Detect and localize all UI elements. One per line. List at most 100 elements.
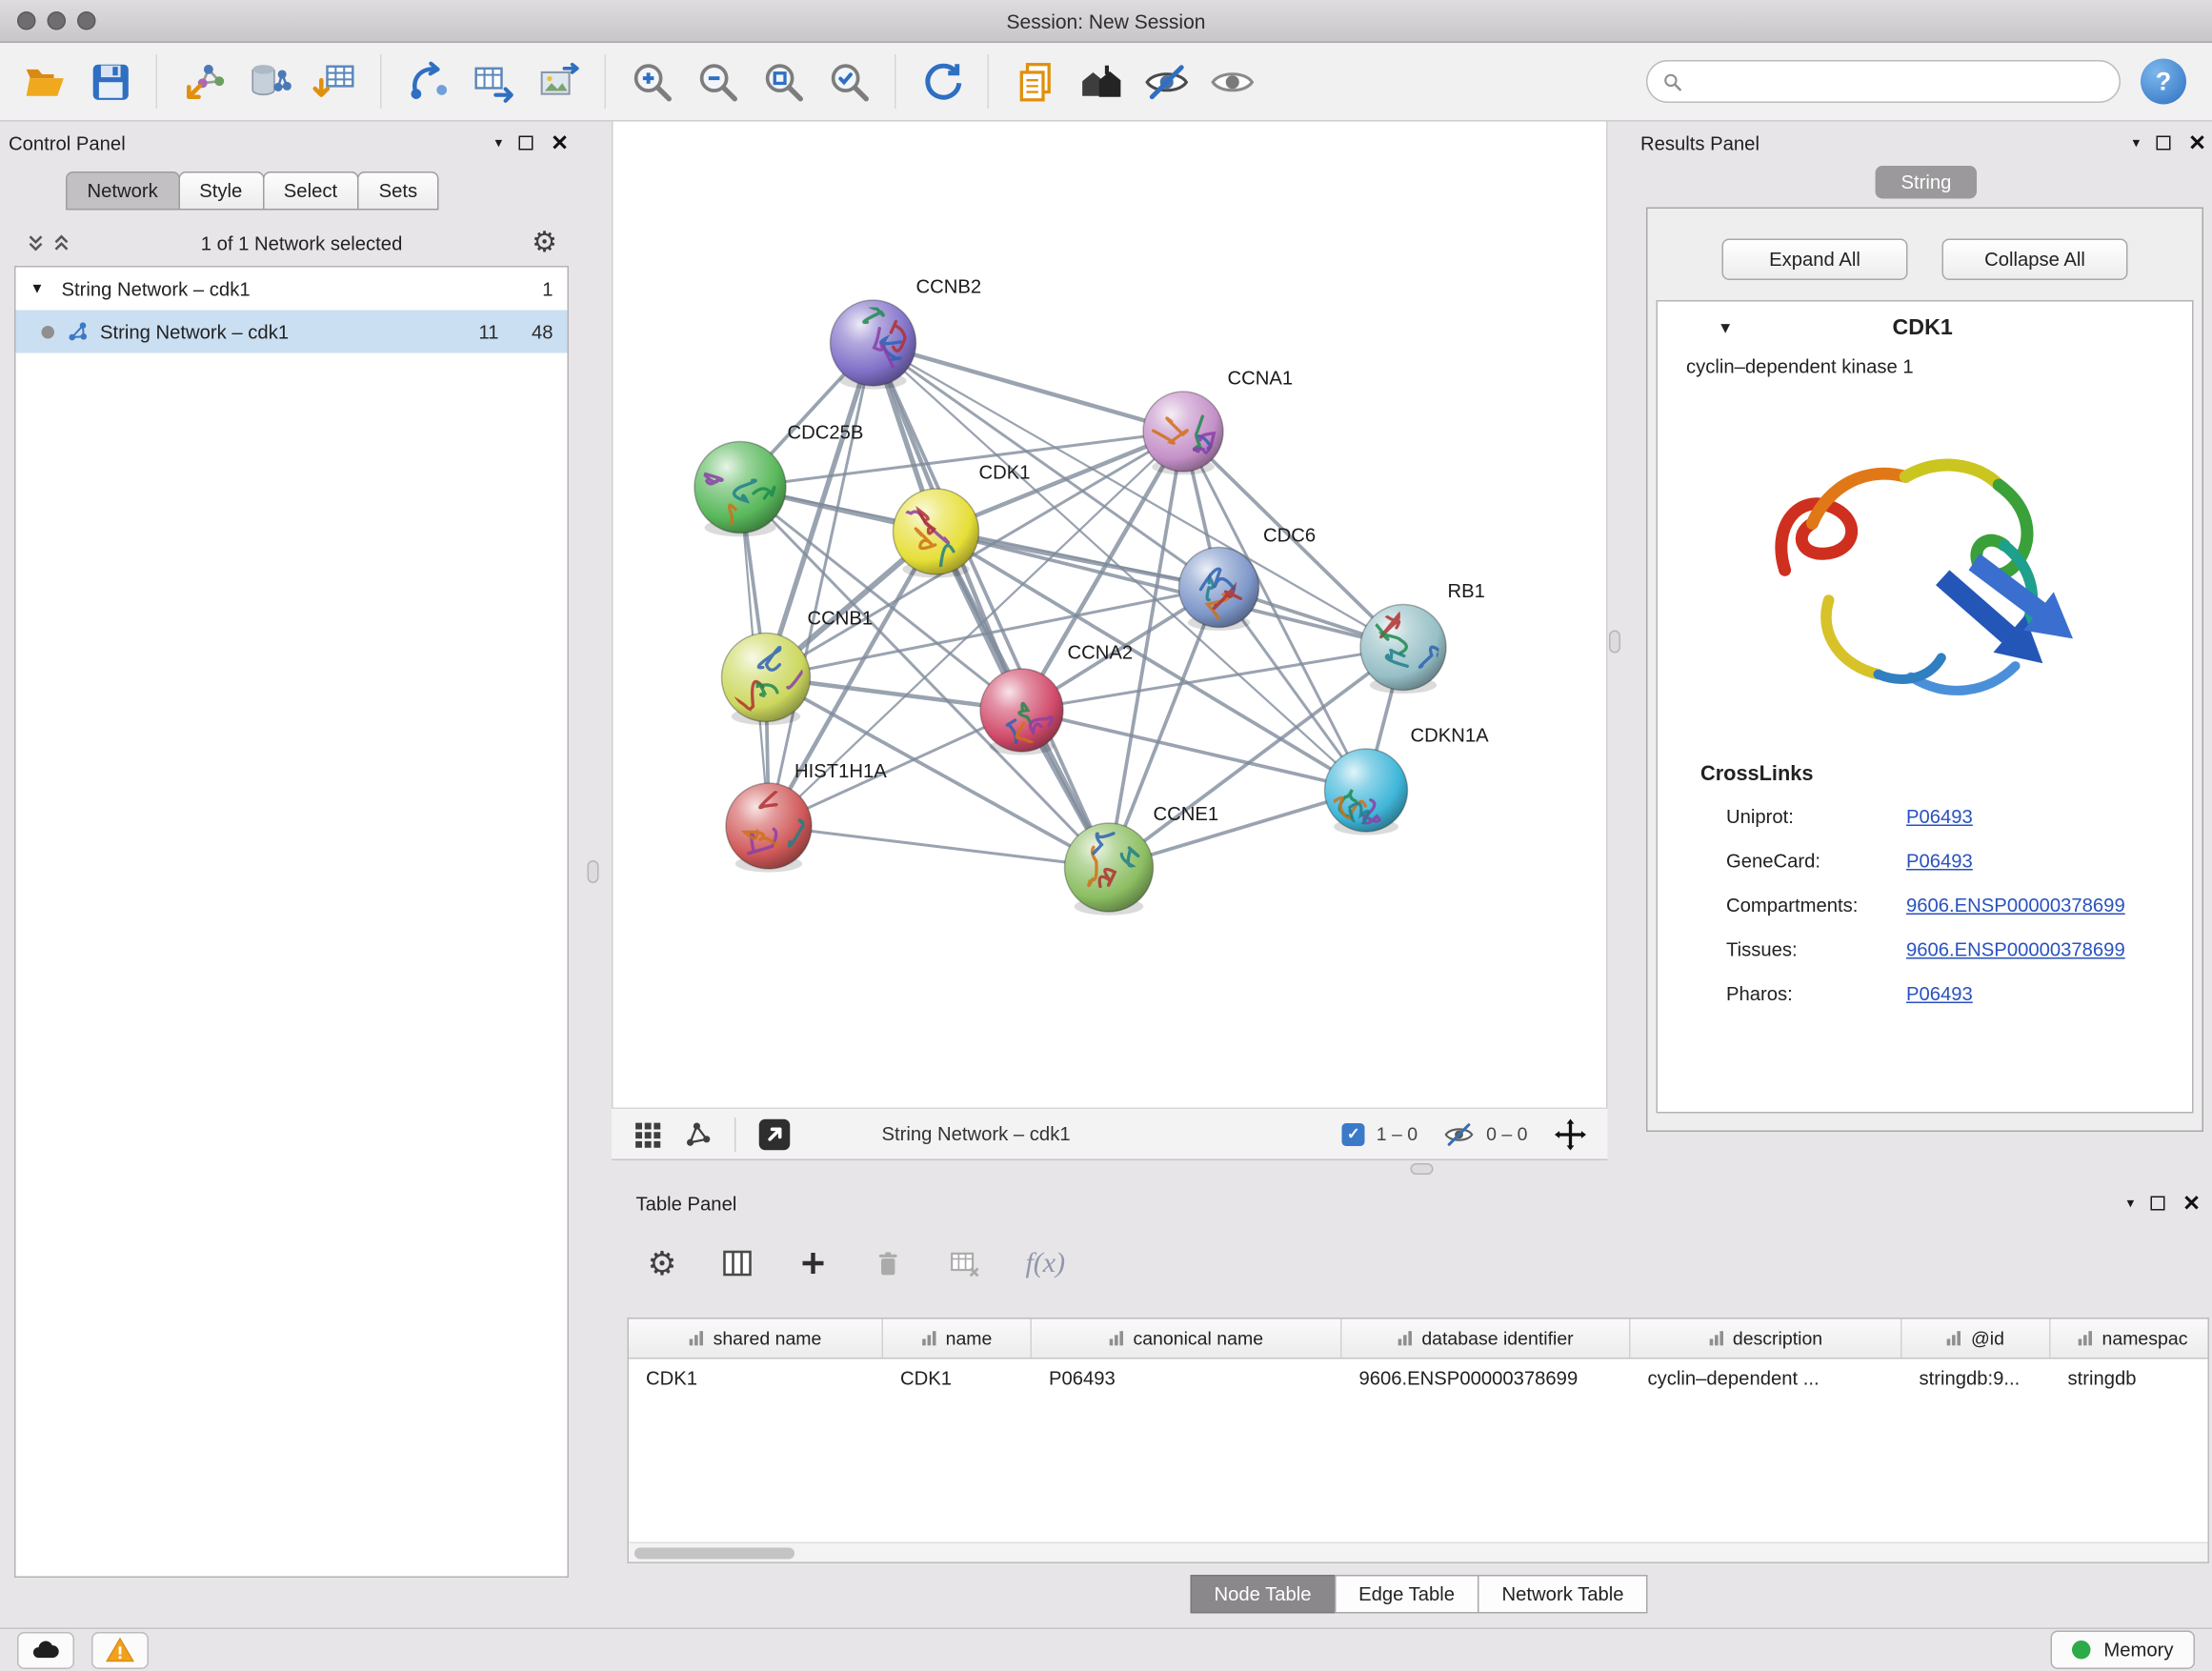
panel-collapse-icon[interactable]: ▾ [495,135,503,151]
table-settings-gear-icon[interactable]: ⚙ [648,1247,677,1280]
open-in-new-icon[interactable] [756,1116,794,1153]
column-header[interactable]: namespac [2051,1319,2210,1359]
gear-icon[interactable]: ⚙ [532,229,557,257]
import-network-from-file-button[interactable] [171,49,236,114]
tab-string[interactable]: String [1876,166,1978,199]
table-cell[interactable]: 9606.ENSP00000378699 [1342,1368,1631,1390]
network-node-CCNE1[interactable] [1065,823,1154,916]
panel-collapse-icon[interactable]: ▾ [2127,1196,2135,1212]
network-node-RB1[interactable] [1360,605,1446,695]
table-cell[interactable]: stringdb:9... [1902,1368,2051,1390]
import-network-from-database-button[interactable] [236,49,302,114]
tab-select[interactable]: Select [262,171,358,211]
refresh-layout-button[interactable] [909,49,975,114]
zoom-fit-button[interactable] [751,49,816,114]
import-table-from-file-button[interactable] [302,49,368,114]
column-header[interactable]: @id [1902,1319,2051,1359]
scrollbar-thumb[interactable] [634,1548,794,1560]
crosslink-link[interactable]: P06493 [1906,983,1973,1005]
zoom-window-button[interactable] [77,11,96,30]
network-node-CDKN1A[interactable] [1325,749,1408,835]
panel-close-icon[interactable]: ✕ [551,132,569,154]
network-edge[interactable] [769,826,1109,868]
panel-maximize-icon[interactable] [2151,1197,2165,1211]
hidden-eye-slash-icon[interactable] [1443,1118,1475,1150]
network-graph[interactable]: CCNB2CCNA1CDC25BCDK1CDC6RB1CCNB1CCNA2CDK… [613,122,1610,1108]
network-node-HIST1H1A[interactable] [726,777,827,872]
table-cell[interactable]: CDK1 [629,1368,883,1390]
panel-maximize-icon[interactable] [2157,136,2171,151]
column-header[interactable]: database identifier [1342,1319,1631,1359]
network-canvas[interactable]: CCNB2CCNA1CDC25BCDK1CDC6RB1CCNB1CCNA2CDK… [612,122,1608,1108]
network-node-CDC25B[interactable] [694,442,786,540]
network-row[interactable]: String Network – cdk1 11 48 [16,311,568,353]
close-window-button[interactable] [17,11,36,30]
table-cell[interactable]: CDK1 [883,1368,1032,1390]
section-collapse-icon[interactable]: ▼ [1718,320,1733,337]
network-edge[interactable] [874,343,1184,432]
column-header[interactable]: shared name [629,1319,883,1359]
show-columns-icon[interactable] [719,1246,754,1280]
expand-all-button[interactable]: Expand All [1722,239,1908,281]
crosslink-link[interactable]: 9606.ENSP00000378699 [1906,895,2125,916]
delete-column-icon[interactable] [871,1247,904,1280]
network-node-CCNA2[interactable] [980,669,1063,761]
crosslink-link[interactable]: P06493 [1906,806,1973,828]
search-input[interactable] [1692,70,2105,92]
cloud-status-button[interactable] [17,1631,74,1668]
tab-style[interactable]: Style [178,171,264,211]
network-node-CDC6[interactable] [1179,548,1259,631]
export-image-button[interactable] [526,49,592,114]
crosslink-link[interactable]: 9606.ENSP00000378699 [1906,939,2125,961]
expand-all-icon[interactable] [51,233,71,253]
table-cell[interactable]: stringdb [2051,1368,2210,1390]
tab-node-table[interactable]: Node Table [1190,1575,1336,1614]
tree-expand-icon[interactable]: ▼ [30,281,50,297]
minimize-window-button[interactable] [48,11,67,30]
zoom-in-button[interactable] [619,49,685,114]
function-builder-icon[interactable]: f(x) [1025,1247,1065,1280]
column-header[interactable]: name [883,1319,1032,1359]
show-all-button[interactable] [1199,49,1265,114]
network-from-table-button[interactable] [460,49,526,114]
table-cell[interactable]: P06493 [1032,1368,1342,1390]
tab-network[interactable]: Network [66,171,179,211]
panel-maximize-icon[interactable] [519,136,533,151]
network-node-CCNA1[interactable] [1143,392,1234,474]
network-edge[interactable] [1022,711,1367,791]
memory-button[interactable]: Memory [2051,1631,2195,1670]
selected-checkbox-icon[interactable]: ✓ [1342,1122,1365,1145]
grid-view-icon[interactable] [632,1118,663,1150]
panel-collapse-icon[interactable]: ▾ [2133,135,2141,151]
tab-edge-table[interactable]: Edge Table [1335,1575,1479,1614]
save-session-button[interactable] [77,49,143,114]
network-collection-row[interactable]: ▼ String Network – cdk1 1 [16,268,568,311]
copy-document-button[interactable] [1002,49,1068,114]
network-node-CDK1[interactable] [894,489,979,583]
network-edge[interactable] [766,588,1219,678]
network-overview-icon[interactable] [683,1118,714,1150]
zoom-selected-button[interactable] [816,49,882,114]
network-edge[interactable] [874,343,1110,868]
column-header[interactable]: description [1631,1319,1902,1359]
collapse-all-icon[interactable] [26,233,46,253]
table-row[interactable]: CDK1CDK1P064939606.ENSP00000378699cyclin… [629,1359,2208,1399]
column-header[interactable]: canonical name [1032,1319,1342,1359]
first-neighbors-button[interactable] [1068,49,1134,114]
tab-sets[interactable]: Sets [357,171,439,211]
zoom-out-button[interactable] [685,49,751,114]
right-splitter-handle[interactable] [1609,631,1620,654]
collapse-all-button[interactable]: Collapse All [1942,239,2128,281]
panel-close-icon[interactable]: ✕ [2188,132,2206,154]
network-edge[interactable] [769,343,874,826]
network-node-CCNB1[interactable] [722,634,812,726]
warnings-button[interactable] [91,1631,149,1668]
crosslink-link[interactable]: P06493 [1906,851,1973,873]
bottom-splitter-handle[interactable] [1411,1163,1434,1175]
hide-selected-button[interactable] [1134,49,1199,114]
add-column-icon[interactable] [796,1248,828,1279]
help-button[interactable]: ? [2141,59,2186,105]
table-horizontal-scrollbar[interactable] [629,1542,2208,1562]
left-splitter-handle[interactable] [588,860,599,883]
tab-network-table[interactable]: Network Table [1478,1575,1648,1614]
